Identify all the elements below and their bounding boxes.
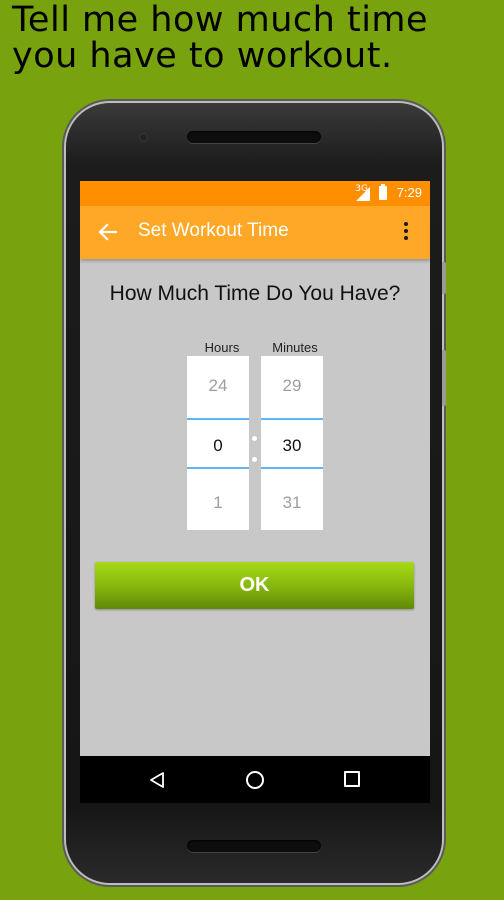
more-vert-icon-dot <box>404 229 408 233</box>
more-vert-icon-dot <box>404 236 408 240</box>
nav-bar <box>80 756 430 803</box>
triangle-back-icon[interactable] <box>148 771 166 789</box>
hours-prev-value[interactable]: 24 <box>187 376 249 396</box>
phone-volume-button <box>442 350 446 406</box>
circle-home-icon[interactable] <box>246 771 264 789</box>
time-separator-dot <box>252 457 257 462</box>
promo-headline: Tell me how much time you have to workou… <box>12 0 429 76</box>
ok-button[interactable]: OK <box>95 562 414 609</box>
status-time: 7:29 <box>396 185 422 200</box>
time-separator-dot <box>252 436 257 441</box>
hours-label: Hours <box>204 340 240 355</box>
square-recents-icon[interactable] <box>344 771 360 787</box>
picker-divider <box>187 418 249 420</box>
minutes-picker[interactable]: 29 30 31 <box>261 356 323 530</box>
page-title: Set Workout Time <box>138 220 289 241</box>
more-vert-icon <box>404 222 408 226</box>
arrow-back-icon <box>98 223 118 241</box>
status-bar: 3G 7:29 <box>80 181 430 206</box>
phone-speaker-bottom <box>187 840 321 852</box>
question-heading: How Much Time Do You Have? <box>109 282 401 305</box>
hours-next-value[interactable]: 1 <box>187 493 249 513</box>
hours-picker[interactable]: 24 0 1 <box>187 356 249 530</box>
picker-divider <box>187 467 249 469</box>
minutes-prev-value[interactable]: 29 <box>261 376 323 396</box>
back-button[interactable] <box>92 216 124 248</box>
battery-charging-icon <box>379 184 387 200</box>
app-bar: Set Workout Time <box>80 206 430 259</box>
minutes-current-value[interactable]: 30 <box>261 436 323 456</box>
phone-camera <box>139 133 148 142</box>
picker-divider <box>261 418 323 420</box>
minutes-next-value[interactable]: 31 <box>261 493 323 513</box>
hours-current-value[interactable]: 0 <box>187 436 249 456</box>
picker-divider <box>261 467 323 469</box>
signal-icon <box>356 187 370 201</box>
phone-power-button <box>442 262 446 294</box>
phone-screen: 3G 7:29 Set Workout Time How Much Time D… <box>80 181 430 803</box>
phone-speaker-top <box>187 131 321 143</box>
overflow-menu-button[interactable] <box>394 219 418 245</box>
minutes-label: Minutes <box>272 340 318 355</box>
